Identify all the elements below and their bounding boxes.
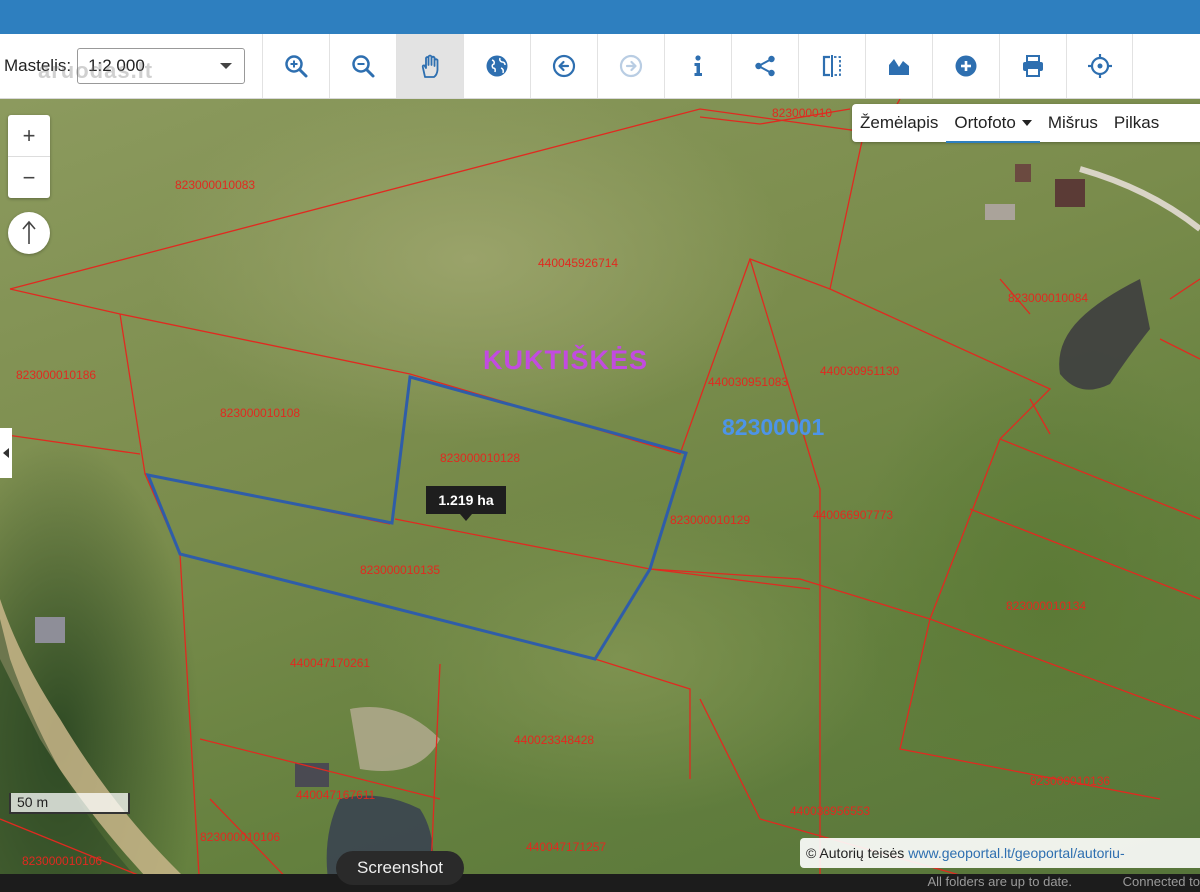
system-status-bar: All folders are up to date. Connected to [0,874,1200,892]
north-arrow-button[interactable] [8,212,50,254]
attribution-link[interactable]: www.geoportal.lt/geoportal/autoriu- [908,845,1124,861]
print-icon [1023,55,1043,77]
add-icon [955,55,977,77]
map-canvas[interactable]: 823000010083 440045926714 823000010084 8… [0,99,1200,892]
back-button[interactable] [530,34,597,98]
locate-button[interactable] [1066,34,1133,98]
basemap-option-zemelapis[interactable]: Žemėlapis [852,104,946,142]
split-compare-icon [822,55,841,77]
zoom-in-map-button[interactable]: + [8,115,50,157]
zoom-out-icon [352,55,375,78]
share-icon [755,55,775,77]
building [985,204,1015,220]
zoom-in-icon [285,55,308,78]
basemap-switcher: Žemėlapis Ortofoto Mišrus Pilkas [852,104,1200,143]
parcel-label: 823000010134 [1006,599,1086,613]
attribution: © Autorių teisės www.geoportal.lt/geopor… [800,838,1200,868]
area-measurement-tooltip: 1.219 ha [426,486,506,521]
add-button[interactable] [932,34,999,98]
profile-button[interactable] [865,34,932,98]
parcel-label: 823000010128 [440,451,520,465]
tool-buttons [262,34,1133,98]
attribution-label: © Autorių teisės [806,845,905,861]
yard [350,707,440,771]
zoom-out-map-button[interactable]: − [8,157,50,198]
zoom-control: + − [8,115,50,198]
map-overlay: 823000010083 440045926714 823000010084 8… [0,99,1200,892]
parcel-label: 823000010106 [200,830,280,844]
parcel-label: 440047171257 [526,840,606,854]
screenshot-button[interactable]: Screenshot [336,851,464,885]
building [35,617,65,643]
parcel-label: 823000010129 [670,513,750,527]
info-button[interactable] [664,34,731,98]
north-arrow-icon [22,220,36,244]
parcel-boundaries [0,99,1200,892]
info-icon [694,55,702,76]
chevron-down-icon [1021,120,1032,126]
place-name-label: KUKTIŠKĖS [483,344,648,375]
parcel-label: 823000010136 [1030,774,1110,788]
basemap-option-misrus[interactable]: Mišrus [1040,104,1106,142]
parcel-label: 823000010083 [175,178,255,192]
parcel-label: 440023348428 [514,733,594,747]
cadastral-area-label: 82300001 [722,414,825,440]
pan-button[interactable] [396,34,463,98]
compare-button[interactable] [798,34,865,98]
forward-arrow-icon [619,54,643,78]
basemap-option-label: Ortofoto [954,113,1016,132]
parcel-label: 823000010186 [16,368,96,382]
profile-chart-icon [889,59,909,75]
parcel-label: 823000010 [772,106,832,120]
zoom-in-button[interactable] [262,34,329,98]
parcel-label: 440030951130 [820,364,900,378]
parcel-label: 440030951083 [708,375,788,389]
parcel-label: 440047167611 [296,788,376,802]
chevron-down-icon [220,63,233,69]
side-panel-toggle[interactable] [0,428,12,478]
connection-status: Connected to [1122,874,1200,889]
parcel-label: 440066907773 [813,508,893,522]
basemap-option-ortofoto[interactable]: Ortofoto [946,105,1040,143]
parcel-label: 440045926714 [538,256,618,270]
chevron-left-icon [3,448,9,458]
parcel-label: 823000010084 [1008,291,1088,305]
zoom-out-button[interactable] [329,34,396,98]
parcel-label: 440047170261 [290,656,370,670]
scale-bar: 50 m [9,793,130,814]
globe-icon [486,55,508,77]
parcel-label: 440038956553 [790,804,870,818]
print-button[interactable] [999,34,1066,98]
building [1055,179,1085,207]
parcel-label: 823000010106 [22,854,102,868]
parcel-label: 823000010135 [360,563,440,577]
building [1015,164,1031,182]
basemap-option-pilkas[interactable]: Pilkas [1106,104,1167,142]
back-arrow-icon [552,54,576,78]
pan-hand-icon [421,54,439,78]
share-button[interactable] [731,34,798,98]
parcel-label: 823000010108 [220,406,300,420]
sync-status: All folders are up to date. [927,874,1072,889]
globe-button[interactable] [463,34,530,98]
forward-button[interactable] [597,34,664,98]
locate-icon [1087,54,1112,78]
farm-road [1079,166,1200,232]
top-bar [0,0,1200,34]
watermark: aruodas.lt [38,58,154,83]
